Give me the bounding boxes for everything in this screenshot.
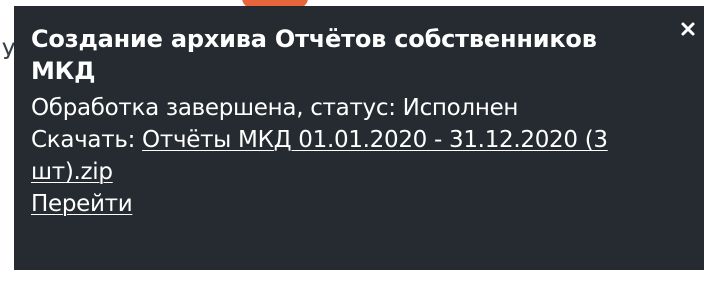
notification-title: Создание архива Отчётов собственников МК… — [31, 25, 597, 85]
notification-body: Обработка завершена, статус: Исполнен Ск… — [31, 92, 664, 220]
download-line: Скачать: Отчёты МКД 01.01.2020 - 31.12.2… — [31, 124, 664, 188]
status-text: Обработка завершена, статус: Исполнен — [31, 95, 519, 121]
page: У Создание архива Отчётов собственников … — [0, 0, 704, 290]
goto-link[interactable]: Перейти — [31, 191, 133, 217]
notification-toast: Создание архива Отчётов собственников МК… — [14, 6, 704, 270]
close-button[interactable] — [677, 18, 699, 40]
close-icon — [681, 22, 695, 36]
download-label: Скачать: — [31, 127, 143, 153]
goto-line: Перейти — [31, 188, 664, 220]
